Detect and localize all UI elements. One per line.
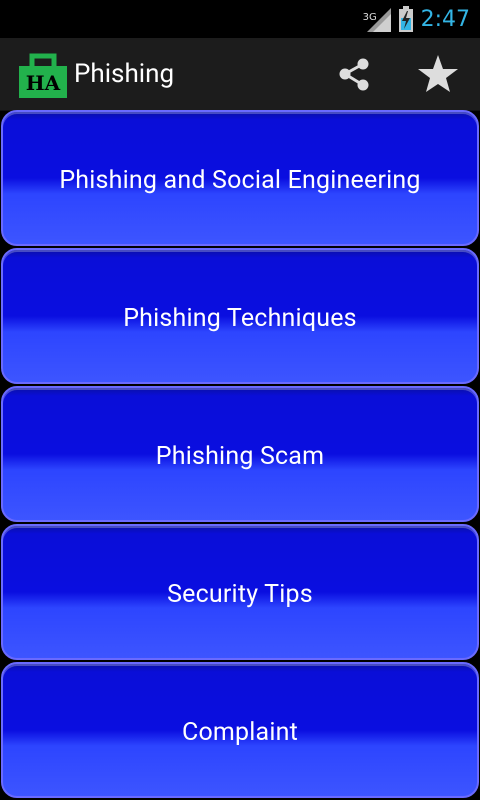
menu-item-phishing-scam[interactable]: Phishing Scam (1, 386, 479, 522)
app-logo-icon[interactable]: HA (18, 48, 68, 100)
menu-item-label: Complaint (181, 717, 299, 747)
status-clock: 2:47 (420, 6, 470, 32)
menu-item-phishing-social-engineering[interactable]: Phishing and Social Engineering (1, 110, 479, 246)
action-bar: HA Phishing (0, 38, 480, 111)
menu-item-label: Security Tips (167, 579, 313, 609)
signal-icon: 3G (363, 6, 391, 32)
status-indicators: 3G 2:47 (363, 0, 470, 38)
menu-item-security-tips[interactable]: Security Tips (1, 524, 479, 660)
menu-item-label: Phishing and Social Engineering (59, 165, 421, 195)
menu-item-complaint[interactable]: Complaint (1, 662, 479, 798)
app-title: Phishing (74, 59, 175, 89)
favorite-button[interactable] (416, 52, 460, 96)
menu-list: Phishing and Social Engineering Phishing… (0, 110, 480, 800)
status-bar: 3G 2:47 (0, 0, 480, 38)
battery-charging-icon (398, 6, 413, 32)
share-button[interactable] (334, 54, 374, 94)
share-icon (339, 58, 369, 91)
menu-item-label: Phishing Techniques (123, 303, 357, 333)
app-logo-text: HA (26, 71, 61, 95)
star-icon (418, 55, 458, 92)
menu-item-phishing-techniques[interactable]: Phishing Techniques (1, 248, 479, 384)
menu-item-label: Phishing Scam (155, 441, 325, 471)
